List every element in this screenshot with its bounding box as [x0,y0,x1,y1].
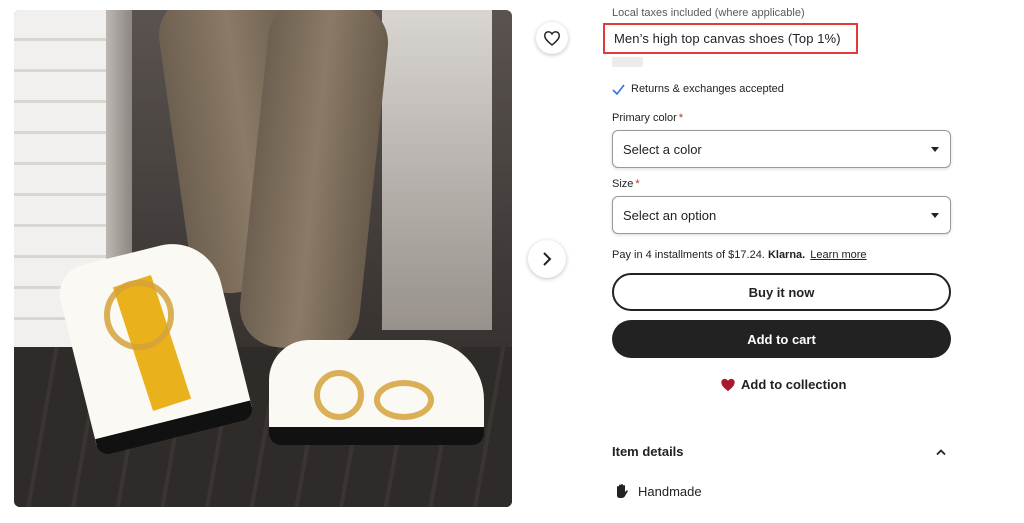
primary-color-label-text: Primary color [612,112,677,124]
installments-text: Pay in 4 installments of $17.24. [612,249,765,261]
product-title-highlight: Men’s high top canvas shoes (Top 1%) [603,23,858,54]
primary-color-label: Primary color * [612,112,683,124]
product-image [14,10,512,507]
add-to-cart-button[interactable]: Add to cart [612,320,951,358]
hand-icon [617,484,628,498]
size-value: Select an option [623,207,717,223]
tax-note: Local taxes included (where applicable) [612,7,805,19]
size-select[interactable]: Select an option [612,196,951,234]
previous-image-button[interactable] [0,246,6,272]
favorite-button[interactable] [536,22,568,54]
installments-info: Pay in 4 installments of $17.24. Klarna.… [612,249,867,261]
heart-filled-icon [721,378,735,392]
klarna-label: Klarna. [767,249,806,261]
photo-ornament [314,370,364,420]
add-to-collection-label: Add to collection [741,377,847,392]
next-image-button[interactable] [528,240,566,278]
size-label: Size * [612,178,640,190]
primary-color-value: Select a color [623,141,702,157]
required-mark: * [678,112,684,124]
chevron-right-icon [543,252,552,266]
rating-placeholder [612,57,643,67]
caret-down-icon [931,212,939,218]
size-label-text: Size [612,178,634,190]
checkmark-icon [612,84,625,95]
primary-color-select[interactable]: Select a color [612,130,951,168]
item-details-toggle[interactable]: Item details [612,444,951,459]
caret-down-icon [931,146,939,152]
add-to-collection-button[interactable]: Add to collection [720,377,846,392]
returns-policy: Returns & exchanges accepted [612,83,784,95]
handmade-attribute: Handmade [614,483,702,499]
chevron-up-icon [936,448,946,455]
handmade-label: Handmade [638,483,702,499]
heart-outline-icon [543,31,561,46]
item-details-heading: Item details [612,444,684,459]
returns-label: Returns & exchanges accepted [631,83,784,95]
photo-ornament [104,280,174,350]
buy-it-now-button[interactable]: Buy it now [612,273,951,311]
required-mark: * [635,178,640,190]
photo-window [382,10,492,330]
product-title: Men’s high top canvas shoes (Top 1%) [614,31,841,46]
photo-ornament [374,380,434,420]
learn-more-link[interactable]: Learn more [810,249,866,261]
